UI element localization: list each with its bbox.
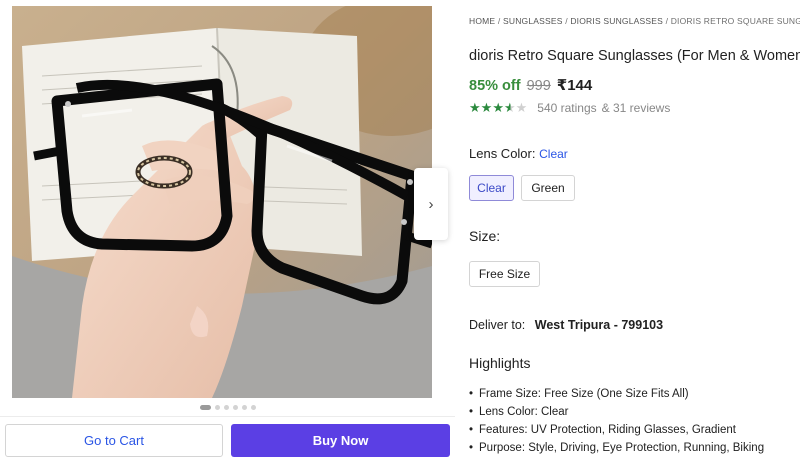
- lens-option-clear[interactable]: Clear: [469, 175, 514, 201]
- carousel-dot[interactable]: [223, 405, 229, 410]
- delivery-location[interactable]: Deliver to: West Tripura - 799103: [469, 318, 663, 332]
- carousel-dot[interactable]: [214, 405, 220, 410]
- highlight-item: Frame Size: Free Size (One Size Fits All…: [469, 385, 769, 403]
- rating-summary[interactable]: ★ ★ ★ ★ ★ 540 ratings & 31 reviews: [469, 101, 671, 116]
- breadcrumb: HOME / SUNGLASSES / DIORIS SUNGLASSES / …: [469, 16, 800, 26]
- highlight-item: Lens Color: Clear: [469, 403, 769, 421]
- divider: [0, 416, 455, 417]
- lens-color-heading: Lens Color:: [469, 146, 536, 161]
- highlights-title: Highlights: [469, 355, 531, 371]
- delivery-pincode: West Tripura - 799103: [534, 318, 664, 332]
- product-gallery: › Go to Cart Buy Now: [0, 0, 455, 470]
- star-icon: ★: [492, 100, 504, 115]
- star-icon: ★: [515, 100, 528, 115]
- go-to-cart-button[interactable]: Go to Cart: [5, 424, 223, 457]
- breadcrumb-separator: /: [665, 16, 669, 26]
- rating-stars: ★ ★ ★ ★ ★: [469, 101, 527, 115]
- star-icon: ★: [480, 100, 493, 115]
- product-details: HOME / SUNGLASSES / DIORIS SUNGLASSES / …: [469, 0, 800, 470]
- lens-color-label: Lens Color: Clear: [469, 146, 568, 161]
- highlight-item: Features: UV Protection, Riding Glasses,…: [469, 421, 769, 439]
- star-icon: ★: [469, 100, 481, 115]
- next-image-button[interactable]: ›: [414, 168, 448, 240]
- highlights-list: Frame Size: Free Size (One Size Fits All…: [469, 385, 769, 457]
- lens-color-selected: Clear: [539, 147, 568, 161]
- carousel-dot[interactable]: [250, 405, 256, 410]
- breadcrumb-separator: /: [497, 16, 501, 26]
- breadcrumb-current: DIORIS RETRO SQUARE SUNGLASSES: [670, 16, 800, 26]
- product-title: dioris Retro Square Sunglasses (For Men …: [469, 48, 800, 64]
- size-option-free-size[interactable]: Free Size: [469, 261, 540, 287]
- highlight-item: Purpose: Style, Driving, Eye Protection,…: [469, 439, 769, 457]
- sunglasses-photo: [12, 6, 432, 398]
- discount-percent: 85% off: [469, 78, 521, 94]
- ratings-count: 540 ratings: [537, 101, 597, 115]
- carousel-dot[interactable]: [199, 405, 211, 410]
- selling-price: ₹144: [556, 77, 593, 94]
- deliver-to-label: Deliver to:: [469, 318, 526, 332]
- product-image[interactable]: [12, 6, 432, 398]
- carousel-dot[interactable]: [232, 405, 238, 410]
- size-label: Size:: [469, 228, 501, 244]
- breadcrumb-home[interactable]: HOME: [469, 16, 495, 26]
- buy-now-button[interactable]: Buy Now: [231, 424, 450, 457]
- lens-option-green[interactable]: Green: [521, 175, 575, 201]
- breadcrumb-brand[interactable]: DIORIS SUNGLASSES: [570, 16, 663, 26]
- star-icon: ★: [503, 100, 516, 115]
- price-row: 85% off 999 ₹144: [469, 76, 592, 94]
- chevron-right-icon: ›: [428, 195, 434, 213]
- original-price: 999: [526, 78, 551, 94]
- carousel-indicator: [0, 405, 455, 410]
- reviews-count: & 31 reviews: [601, 101, 671, 115]
- breadcrumb-separator: /: [565, 16, 568, 26]
- breadcrumb-sunglasses[interactable]: SUNGLASSES: [503, 16, 563, 26]
- carousel-dot[interactable]: [241, 405, 247, 410]
